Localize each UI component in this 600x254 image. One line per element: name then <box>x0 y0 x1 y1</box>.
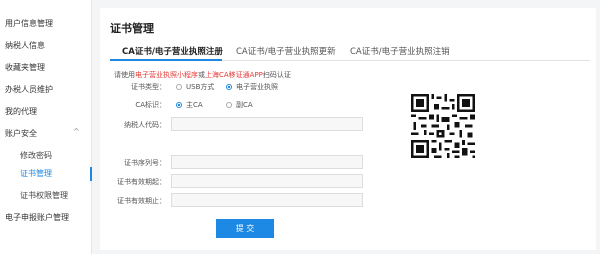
notice-link-app: 上海CA移证通APP <box>205 71 263 79</box>
cert-type-label: 证书类型： <box>131 83 166 91</box>
page-title: 证书管理 <box>110 22 154 35</box>
notice-text-pre: 请使用 <box>114 71 135 79</box>
radio-dot-icon <box>176 84 182 90</box>
sidebar-item-cert-management[interactable]: 证书管理 <box>0 167 92 181</box>
sidebar-item-my-agent[interactable]: 我的代理 <box>0 106 92 117</box>
scan-notice: 请使用电子营业执照小程序或上海CA移证通APP扫码认证 <box>114 70 291 80</box>
main-panel: 证书管理 CA证书/电子营业执照注册 CA证书/电子营业执照更新 CA证书/电子… <box>100 8 596 250</box>
chevron-up-icon[interactable]: ^ <box>73 127 80 136</box>
radio-dot-icon <box>226 102 232 108</box>
tab-ca-register[interactable]: CA证书/电子营业执照注册 <box>122 45 223 57</box>
radio-dot-selected-icon <box>176 102 182 108</box>
cert-type-usb-label: USB方式 <box>186 83 215 91</box>
notice-text-post: 扫码认证 <box>262 71 291 79</box>
sidebar: 用户信息管理 纳税人信息 收藏夹管理 办税人员维护 我的代理 账户安全 ^ 修改… <box>0 0 92 254</box>
sidebar-item-change-password[interactable]: 修改密码 <box>0 150 92 161</box>
sidebar-item-cert-permissions[interactable]: 证书权限管理 <box>0 190 92 201</box>
sidebar-item-user-info[interactable]: 用户信息管理 <box>0 18 92 29</box>
qr-code-image <box>411 94 475 158</box>
cert-type-license-radio[interactable]: 电子营业执照 <box>226 82 278 92</box>
ca-secondary-label: 副CA <box>236 101 253 109</box>
active-tab-indicator <box>110 59 222 61</box>
valid-to-label: 证书有效期止： <box>117 197 166 205</box>
sidebar-item-tax-staff[interactable]: 办税人员维护 <box>0 84 92 95</box>
tab-bar: CA证书/电子营业执照注册 CA证书/电子营业执照更新 CA证书/电子营业执照注… <box>110 43 590 61</box>
taxpayer-code-label: 纳税人代码： <box>124 121 166 129</box>
cert-type-usb-radio[interactable]: USB方式 <box>176 82 214 92</box>
valid-to-input[interactable] <box>171 193 363 207</box>
cert-serial-label: 证书序列号： <box>124 159 166 167</box>
valid-from-input[interactable] <box>171 174 363 188</box>
radio-dot-selected-icon <box>226 84 232 90</box>
ca-mark-label: CA标识： <box>135 101 166 109</box>
notice-text-mid: 或 <box>198 71 205 79</box>
sidebar-item-favorites[interactable]: 收藏夹管理 <box>0 62 92 73</box>
submit-button[interactable]: 提 交 <box>216 219 274 238</box>
tab-ca-cancel[interactable]: CA证书/电子营业执照注销 <box>350 45 450 57</box>
ca-secondary-radio[interactable]: 副CA <box>226 100 253 110</box>
sidebar-item-e-declaration[interactable]: 电子申报账户管理 <box>0 212 92 223</box>
tab-ca-update[interactable]: CA证书/电子营业执照更新 <box>236 45 336 57</box>
cert-type-license-label: 电子营业执照 <box>236 83 278 91</box>
ca-primary-label: 主CA <box>186 101 203 109</box>
cert-serial-input[interactable] <box>171 155 363 169</box>
valid-from-label: 证书有效期起： <box>117 178 166 186</box>
ca-primary-radio[interactable]: 主CA <box>176 100 203 110</box>
notice-link-mini-program: 电子营业执照小程序 <box>135 71 198 79</box>
taxpayer-code-input[interactable] <box>171 117 363 131</box>
sidebar-item-taxpayer-info[interactable]: 纳税人信息 <box>0 40 92 51</box>
